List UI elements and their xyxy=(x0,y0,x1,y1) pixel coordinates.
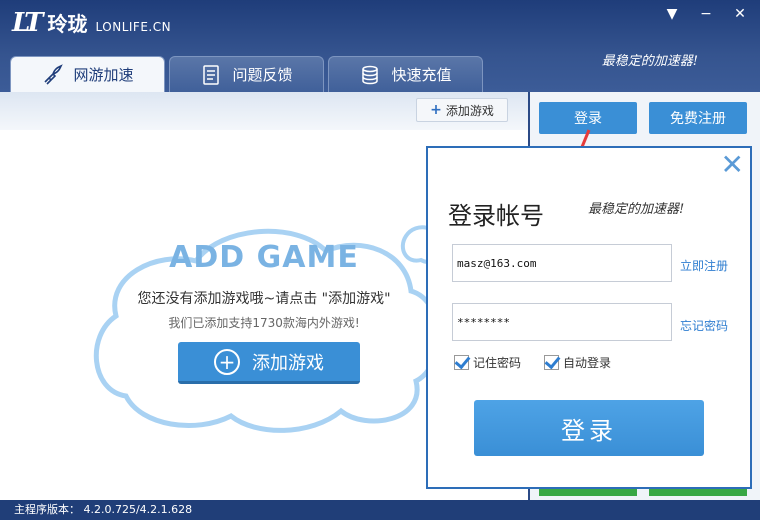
add-game-small-label: 添加游戏 xyxy=(445,103,494,118)
plus-circle-icon: + xyxy=(214,348,240,375)
header-slogan: 最稳定的加速器! xyxy=(601,54,698,69)
auto-login-label: 自动登录 xyxy=(563,356,612,370)
username-field[interactable]: masz@163.com xyxy=(452,244,672,282)
game-list-toolbar: + 添加游戏 xyxy=(0,92,528,130)
register-now-link[interactable]: 立即注册 xyxy=(680,257,728,274)
remember-password-label: 记住密码 xyxy=(473,356,522,370)
checkbox-checked-icon xyxy=(454,355,469,370)
tab-label: 快速充值 xyxy=(391,66,452,84)
window-controls: ▼ − ✕ xyxy=(658,4,754,24)
feedback-icon xyxy=(200,64,222,86)
tab-label: 网游加速 xyxy=(73,66,134,84)
tab-game-acceleration[interactable]: 网游加速 xyxy=(10,56,165,92)
add-game-button-label: 添加游戏 xyxy=(252,352,324,374)
login-dialog: ✕ 登录帐号 最稳定的加速器! masz@163.com 立即注册 ******… xyxy=(426,146,752,489)
auto-login-checkbox[interactable]: 自动登录 xyxy=(544,354,611,371)
tab-feedback[interactable]: 问题反馈 xyxy=(169,56,324,92)
close-window-icon[interactable]: ✕ xyxy=(726,4,754,24)
add-game-small-button[interactable]: + 添加游戏 xyxy=(416,98,508,122)
dialog-slogan: 最稳定的加速器! xyxy=(588,202,685,217)
coins-icon xyxy=(359,64,381,86)
plus-icon: + xyxy=(430,102,442,118)
add-game-button[interactable]: + 添加游戏 xyxy=(178,342,360,384)
password-field[interactable]: ******** xyxy=(452,303,672,341)
dialog-title: 登录帐号 xyxy=(448,202,544,230)
tab-label: 问题反馈 xyxy=(232,66,293,84)
forgot-password-link[interactable]: 忘记密码 xyxy=(680,317,728,334)
minimize-icon[interactable]: − xyxy=(692,4,720,24)
menu-dropdown-icon[interactable]: ▼ xyxy=(658,4,686,24)
tab-recharge[interactable]: 快速充值 xyxy=(328,56,483,92)
status-bar-version: 主程序版本： 4.2.0.725/4.2.1.628 xyxy=(0,500,760,520)
rocket-icon xyxy=(41,63,64,86)
checkbox-checked-icon xyxy=(544,355,559,370)
dialog-login-button[interactable]: 登录 xyxy=(474,400,704,456)
register-button[interactable]: 免费注册 xyxy=(649,102,747,134)
logo-name-cn: 玲珑 xyxy=(47,12,88,36)
logo-name-en: LONLIFE.CN xyxy=(95,20,172,34)
dialog-close-icon[interactable]: ✕ xyxy=(721,150,744,180)
logo-mark: LT xyxy=(12,8,43,38)
remember-password-checkbox[interactable]: 记住密码 xyxy=(454,354,521,371)
title-bar: LT 玲珑 LONLIFE.CN ▼ − ✕ 最稳定的加速器! 网游加速 问题反… xyxy=(0,0,760,92)
main-tabs: 网游加速 问题反馈 快速充值 xyxy=(10,56,483,92)
app-logo: LT 玲珑 LONLIFE.CN xyxy=(12,8,171,38)
